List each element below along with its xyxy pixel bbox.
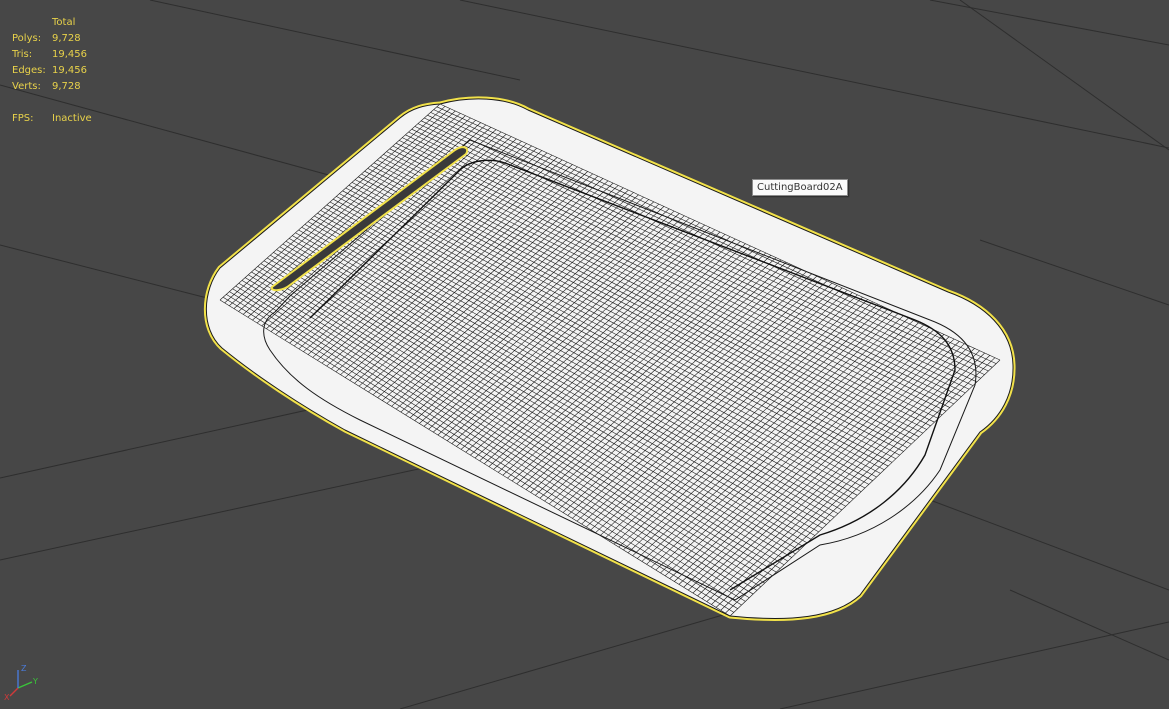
grid-line — [779, 621, 1169, 709]
stats-row-tris: Tris: 19,456 — [12, 47, 92, 63]
stats-value: 9,728 — [52, 81, 81, 92]
grid-line — [0, 459, 461, 561]
stats-row-verts: Verts: 9,728 — [12, 79, 92, 95]
viewport-scene[interactable] — [0, 0, 1169, 709]
grid-line — [0, 404, 331, 479]
stats-value: 9,728 — [52, 33, 81, 44]
viewport-statistics: Total Polys: 9,728 Tris: 19,456 Edges: 1… — [12, 15, 92, 127]
fps-label: FPS: — [12, 113, 34, 124]
stats-label: Tris: — [12, 49, 33, 60]
object-name-tooltip: CuttingBoard02A — [752, 179, 848, 196]
grid-line — [0, 244, 216, 301]
fps-value: Inactive — [52, 113, 92, 124]
grid-line — [929, 499, 1169, 591]
grid-line — [959, 0, 1169, 151]
grid-line — [979, 239, 1169, 306]
stats-row-polys: Polys: 9,728 — [12, 31, 92, 47]
stats-label: Edges: — [12, 65, 46, 76]
x-axis-line — [9, 687, 19, 697]
stats-label: Polys: — [12, 33, 42, 44]
stats-header: Total — [52, 17, 76, 28]
stats-row-edges: Edges: 19,456 — [12, 63, 92, 79]
grid-line — [929, 0, 1169, 46]
cutting-board-mesh[interactable] — [203, 96, 1016, 621]
y-axis-line — [17, 681, 33, 689]
x-axis-label: X — [4, 693, 10, 702]
grid-line — [1009, 589, 1169, 661]
stats-value: 19,456 — [52, 65, 87, 76]
stats-row-fps: FPS: Inactive — [12, 111, 92, 127]
grid-line — [399, 609, 741, 709]
viewport[interactable]: Total Polys: 9,728 Tris: 19,456 Edges: 1… — [0, 0, 1169, 709]
z-axis-label: Z — [21, 664, 27, 673]
y-axis-label: Y — [32, 677, 38, 686]
stats-value: 19,456 — [52, 49, 87, 60]
grid-line — [149, 0, 521, 81]
stats-label: Verts: — [12, 81, 41, 92]
axis-tripod-icon: X Y Z — [4, 664, 38, 702]
